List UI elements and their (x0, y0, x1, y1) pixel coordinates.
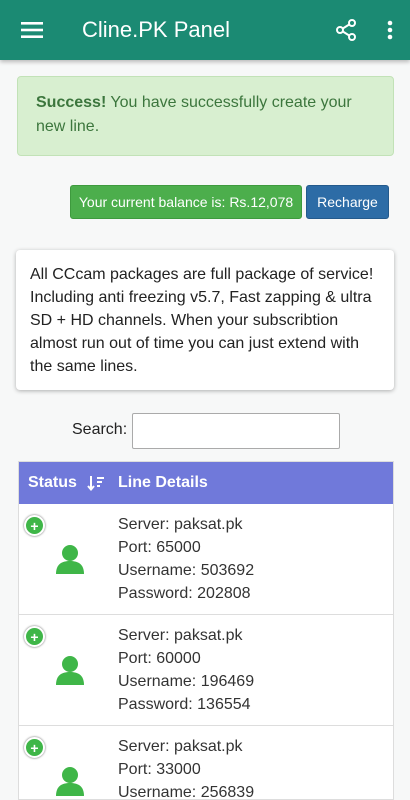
search-input[interactable] (132, 413, 340, 449)
row-details-cell: Server: paksat.pk Port: 65000 Username: … (118, 504, 393, 614)
table-header: Status Line Details (19, 462, 393, 504)
server-text: Server: paksat.pk (118, 516, 243, 533)
port-text: Port: 60000 (118, 650, 201, 667)
table-row: + Server: paksat.pk Port: 65000 Username… (19, 504, 393, 615)
recharge-button[interactable]: Recharge (306, 185, 389, 219)
line-details-column-header[interactable]: Line Details (118, 474, 393, 492)
row-status-cell: + (19, 504, 118, 614)
row-status-cell: + (19, 615, 118, 725)
row-status-cell: + (19, 726, 118, 799)
package-info-card: All CCcam packages are full package of s… (16, 250, 394, 390)
username-text: Username: 256839 (118, 784, 255, 800)
share-button[interactable] (322, 0, 370, 60)
lines-table: Status Line Details + Server: paksat.pk … (18, 461, 394, 800)
more-vertical-icon (387, 20, 393, 40)
success-alert: Success! You have successfully create yo… (17, 76, 394, 156)
user-icon (56, 545, 84, 574)
app-bar: Cline.PK Panel (0, 0, 410, 60)
app-title: Cline.PK Panel (82, 17, 230, 42)
menu-button[interactable] (0, 0, 64, 60)
port-text: Port: 65000 (118, 539, 201, 556)
user-icon (56, 767, 84, 796)
server-text: Server: paksat.pk (118, 738, 243, 755)
user-icon (56, 656, 84, 685)
status-header-label: Status (28, 474, 77, 491)
balance-button[interactable]: Your current balance is: Rs.12,078 (70, 185, 302, 219)
table-row: + Server: paksat.pk Port: 60000 Username… (19, 615, 393, 726)
username-text: Username: 503692 (118, 562, 255, 579)
expand-row-icon[interactable]: + (24, 626, 45, 647)
username-text: Username: 196469 (118, 673, 255, 690)
search-label: Search: (72, 421, 128, 438)
table-row: + Server: paksat.pk Port: 33000 Username… (19, 726, 393, 800)
hamburger-menu-icon (21, 22, 43, 38)
expand-row-icon[interactable]: + (24, 515, 45, 536)
password-text: Password: 136554 (118, 696, 251, 713)
server-text: Server: paksat.pk (118, 627, 243, 644)
alert-strong-text: Success! (36, 94, 107, 111)
row-details-cell: Server: paksat.pk Port: 60000 Username: … (118, 615, 393, 725)
row-details-cell: Server: paksat.pk Port: 33000 Username: … (118, 726, 393, 800)
status-column-header[interactable]: Status (19, 474, 118, 492)
sort-icon[interactable] (87, 475, 105, 491)
share-icon (336, 19, 356, 41)
port-text: Port: 33000 (118, 761, 201, 778)
expand-row-icon[interactable]: + (24, 737, 45, 758)
overflow-menu-button[interactable] (370, 0, 410, 60)
password-text: Password: 202808 (118, 585, 251, 602)
